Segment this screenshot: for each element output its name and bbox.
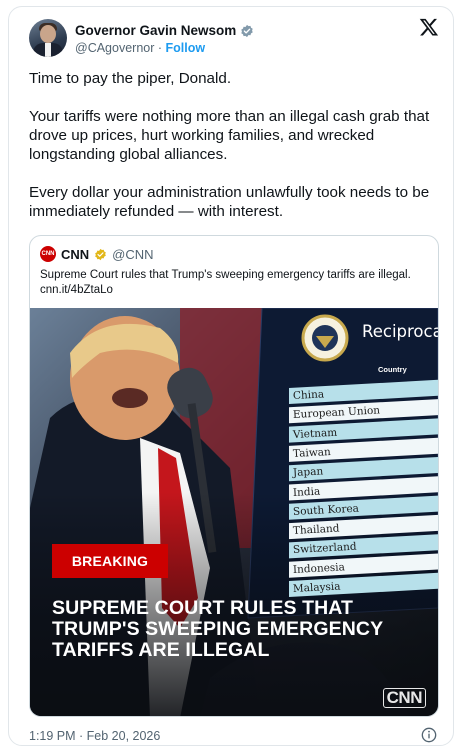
country-name: Thailand — [292, 522, 340, 538]
quoted-post-body: Supreme Court rules that Trump's sweepin… — [40, 269, 411, 281]
country-name: China — [292, 388, 325, 402]
author-avatar[interactable] — [29, 19, 67, 57]
author-display-name[interactable]: Governor Gavin Newsom — [75, 23, 236, 38]
quoted-post-link[interactable]: cnn.it/4bZtaLo — [40, 283, 432, 298]
cnn-avatar: CNN — [40, 246, 56, 262]
verified-badge-icon — [241, 24, 254, 37]
tweet-paragraph: Every dollar your administration unlawfu… — [29, 184, 430, 220]
post-timestamp[interactable]: 1:19 PM · Feb 20, 2026 — [29, 729, 160, 743]
handle-separator: · — [157, 41, 163, 55]
country-name: Vietnam — [292, 426, 338, 441]
quoted-author-handle: @CNN — [112, 246, 154, 262]
author-handle[interactable]: @CAgovernor — [75, 41, 154, 55]
tweet-text: Time to pay the piper, Donald. Your tari… — [29, 69, 439, 240]
author-handle-row: @CAgovernor · Follow — [75, 41, 205, 55]
cnn-logo: CNN — [382, 688, 426, 708]
quoted-post-header: CNN CNN @CNN — [40, 246, 154, 262]
info-icon[interactable] — [421, 727, 437, 743]
country-name: Japan — [292, 465, 324, 480]
author-name-row: Governor Gavin Newsom — [75, 23, 254, 38]
country-name: Taiwan — [292, 445, 332, 460]
breaking-badge: BREAKING — [52, 544, 168, 578]
quoted-author-name: CNN — [61, 246, 90, 262]
tweet-card: Governor Gavin Newsom @CAgovernor · Foll… — [8, 6, 454, 746]
quoted-post-text: Supreme Court rules that Trump's sweepin… — [40, 268, 432, 298]
x-logo-icon[interactable] — [419, 17, 439, 37]
follow-button[interactable]: Follow — [166, 41, 206, 55]
tweet-paragraph: Time to pay the piper, Donald. — [29, 70, 232, 87]
tweet-paragraph: Your tariffs were nothing more than an i… — [29, 108, 430, 163]
quoted-post-image[interactable]: Reciprocal Country ChinaEuropean UnionVi… — [30, 308, 438, 716]
country-name: Malaysia — [292, 580, 341, 595]
country-name: Indonesia — [292, 560, 346, 576]
verified-badge-icon — [95, 248, 106, 260]
country-name: India — [292, 485, 321, 499]
quoted-post[interactable]: CNN CNN @CNN Supreme Court rules that Tr… — [29, 235, 439, 717]
image-headline: SUPREME COURT RULES THAT TRUMP'S SWEEPIN… — [52, 597, 383, 661]
